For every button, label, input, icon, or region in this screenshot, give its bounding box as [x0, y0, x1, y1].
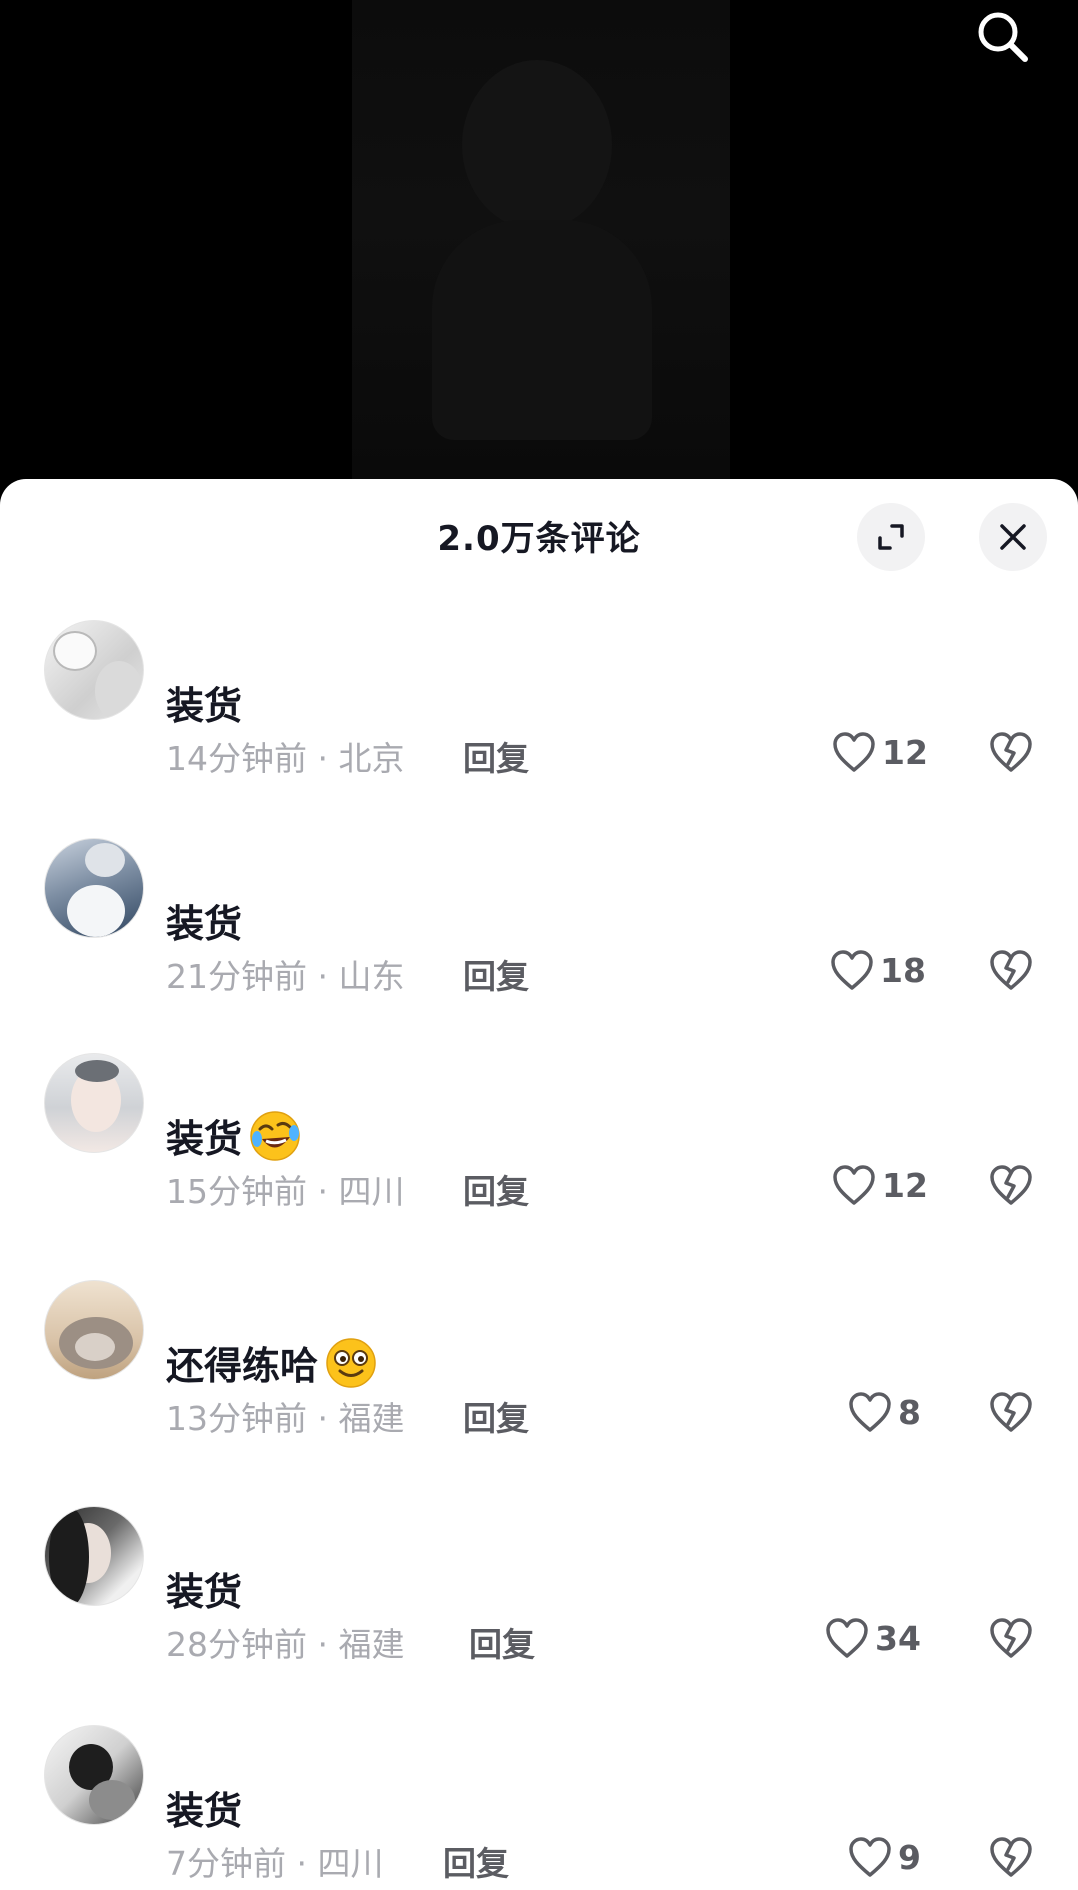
reply-button[interactable]: 回复	[463, 1165, 529, 1213]
like-button[interactable]: 8	[848, 1384, 921, 1440]
comments-header: 2.0万条评论	[0, 479, 1078, 591]
search-icon	[978, 12, 1028, 62]
heart-outline-icon	[849, 1837, 891, 1877]
comment-text: 还得练哈	[166, 1335, 378, 1390]
comment-text: 装货	[166, 684, 243, 728]
broken-heart-icon	[990, 732, 1032, 772]
video-background[interactable]	[0, 0, 1078, 500]
comment-meta: 28分钟前 · 福建	[166, 1625, 405, 1664]
dislike-button[interactable]	[986, 1157, 1036, 1213]
like-count: 12	[882, 1165, 928, 1205]
like-count: 34	[875, 1618, 921, 1658]
silly-grin-emoji	[326, 1337, 376, 1388]
dislike-button[interactable]	[986, 1384, 1036, 1440]
video-frame	[352, 0, 730, 480]
broken-heart-icon	[990, 1392, 1032, 1432]
page: 2.0万条评论 装货 14分钟前 · 北京 回复 12 装货 21分钟前 · 山…	[0, 0, 1078, 1890]
broken-heart-icon	[990, 950, 1032, 990]
reply-button[interactable]: 回复	[469, 1618, 535, 1666]
broken-heart-icon	[990, 1618, 1032, 1658]
like-count: 9	[898, 1837, 921, 1877]
rolling-laughing-emoji	[250, 1110, 300, 1161]
comment-meta: 7分钟前 · 四川	[166, 1844, 384, 1883]
dislike-button[interactable]	[986, 724, 1036, 780]
comment-text: 装货	[166, 1570, 243, 1614]
close-button[interactable]	[979, 503, 1047, 571]
comment-text: 装货	[166, 1108, 302, 1163]
broken-heart-icon	[990, 1165, 1032, 1205]
search-button[interactable]	[970, 4, 1036, 70]
avatar[interactable]	[44, 1725, 144, 1825]
like-count: 12	[882, 732, 928, 772]
comment-item: 装货 28分钟前 · 福建 回复 34	[0, 1506, 1078, 1706]
heart-outline-icon	[849, 1392, 891, 1432]
reply-button[interactable]: 回复	[463, 1392, 529, 1440]
comment-meta: 15分钟前 · 四川	[166, 1172, 405, 1211]
expand-button[interactable]	[857, 503, 925, 571]
reply-button[interactable]: 回复	[463, 732, 529, 780]
avatar[interactable]	[44, 1280, 144, 1380]
like-button[interactable]: 12	[832, 724, 928, 780]
heart-outline-icon	[833, 732, 875, 772]
dislike-button[interactable]	[986, 1610, 1036, 1666]
comment-meta: 21分钟前 · 山东	[166, 957, 405, 996]
avatar[interactable]	[44, 838, 144, 938]
comments-sheet: 2.0万条评论 装货 14分钟前 · 北京 回复 12 装货 21分钟前 · 山…	[0, 479, 1078, 1890]
avatar[interactable]	[44, 620, 144, 720]
heart-outline-icon	[826, 1618, 868, 1658]
like-count: 8	[898, 1392, 921, 1432]
comment-item: 还得练哈 13分钟前 · 福建 回复 8	[0, 1280, 1078, 1480]
comment-item: 装货 15分钟前 · 四川 回复 12	[0, 1053, 1078, 1253]
comment-item: 装货 14分钟前 · 北京 回复 12	[0, 620, 1078, 820]
expand-icon	[878, 524, 904, 550]
reply-button[interactable]: 回复	[443, 1837, 509, 1885]
dislike-button[interactable]	[986, 1829, 1036, 1885]
broken-heart-icon	[990, 1837, 1032, 1877]
dislike-button[interactable]	[986, 942, 1036, 998]
comment-item: 装货 7分钟前 · 四川 回复 9	[0, 1725, 1078, 1890]
like-button[interactable]: 18	[830, 942, 926, 998]
heart-outline-icon	[831, 950, 873, 990]
heart-outline-icon	[833, 1165, 875, 1205]
reply-button[interactable]: 回复	[463, 950, 529, 998]
like-button[interactable]: 9	[848, 1829, 921, 1885]
like-button[interactable]: 34	[825, 1610, 921, 1666]
comment-meta: 14分钟前 · 北京	[166, 739, 405, 778]
avatar[interactable]	[44, 1053, 144, 1153]
like-count: 18	[880, 950, 926, 990]
comment-text: 装货	[166, 1789, 243, 1833]
comment-meta: 13分钟前 · 福建	[166, 1399, 405, 1438]
comment-text: 装货	[166, 902, 243, 946]
close-icon	[1000, 524, 1026, 550]
avatar[interactable]	[44, 1506, 144, 1606]
like-button[interactable]: 12	[832, 1157, 928, 1213]
comment-item: 装货 21分钟前 · 山东 回复 18	[0, 838, 1078, 1038]
